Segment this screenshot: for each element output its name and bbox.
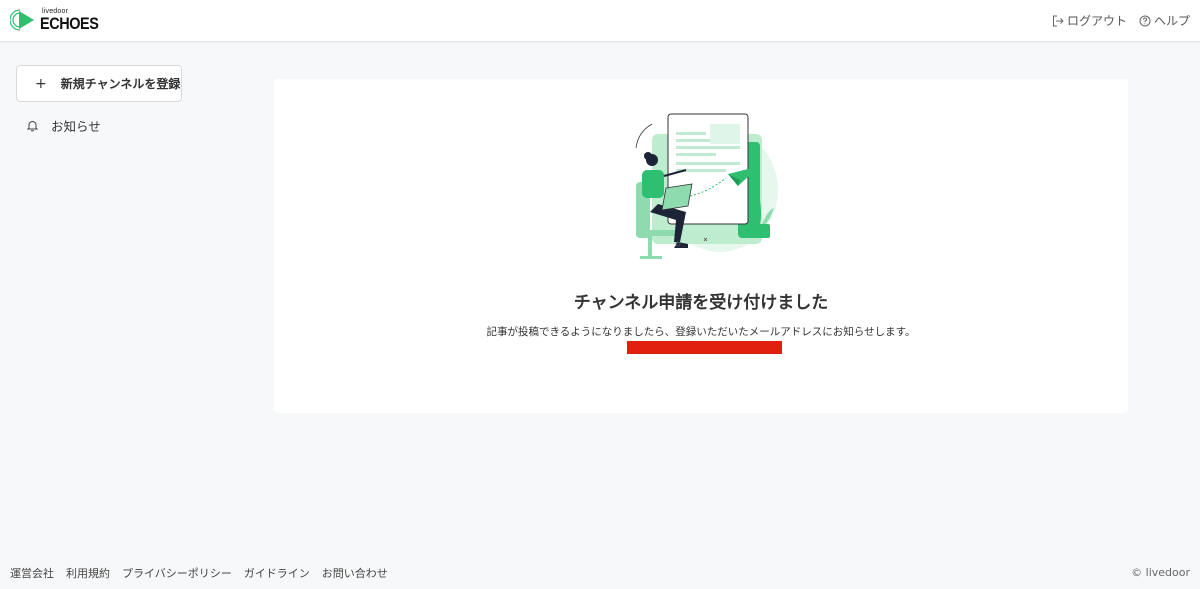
sidebar-item-notices[interactable]: お知らせ xyxy=(26,116,101,135)
footer-link-guidelines[interactable]: ガイドライン xyxy=(244,565,310,581)
echoes-logo-icon xyxy=(10,9,34,31)
footer-link-terms[interactable]: 利用規約 xyxy=(66,565,110,581)
logout-icon xyxy=(1052,15,1064,26)
footer-link-privacy[interactable]: プライバシーポリシー xyxy=(122,565,232,581)
logo-main-text: ECHOES xyxy=(40,14,99,33)
woman-with-laptop-illustration xyxy=(635,113,778,259)
page-title: チャンネル申請を受け付けました xyxy=(573,293,829,313)
plus-icon: + xyxy=(35,75,47,92)
logout-link[interactable]: ログアウト xyxy=(1052,12,1127,29)
footer-link-contact[interactable]: お問い合わせ xyxy=(322,565,388,581)
help-icon xyxy=(1139,15,1151,26)
top-header: livedoor ECHOES ログアウト ヘルプ xyxy=(0,0,1200,42)
register-channel-label: 新規チャンネルを登録 xyxy=(60,77,181,91)
redaction-bar xyxy=(627,341,782,354)
footer-links: 運営会社 利用規約 プライバシーポリシー ガイドライン お問い合わせ xyxy=(10,565,388,581)
register-channel-button[interactable]: + 新規チャンネルを登録 xyxy=(16,65,182,102)
confirmation-card: チャンネル申請を受け付けました 記事が投稿できるようになりましたら、登録いただい… xyxy=(274,79,1128,413)
logout-label: ログアウト xyxy=(1066,14,1127,28)
echoes-logo[interactable]: livedoor ECHOES xyxy=(10,8,100,33)
copyright: © livedoor xyxy=(1131,566,1190,579)
bell-icon xyxy=(26,121,39,132)
footer-link-company[interactable]: 運営会社 xyxy=(10,565,54,581)
help-link[interactable]: ヘルプ xyxy=(1139,12,1190,29)
help-label: ヘルプ xyxy=(1153,14,1190,28)
sidebar-item-label: お知らせ xyxy=(51,119,101,134)
confirmation-message: 記事が投稿できるようになりましたら、登録いただいたメールアドレスにお知らせします… xyxy=(486,326,916,338)
